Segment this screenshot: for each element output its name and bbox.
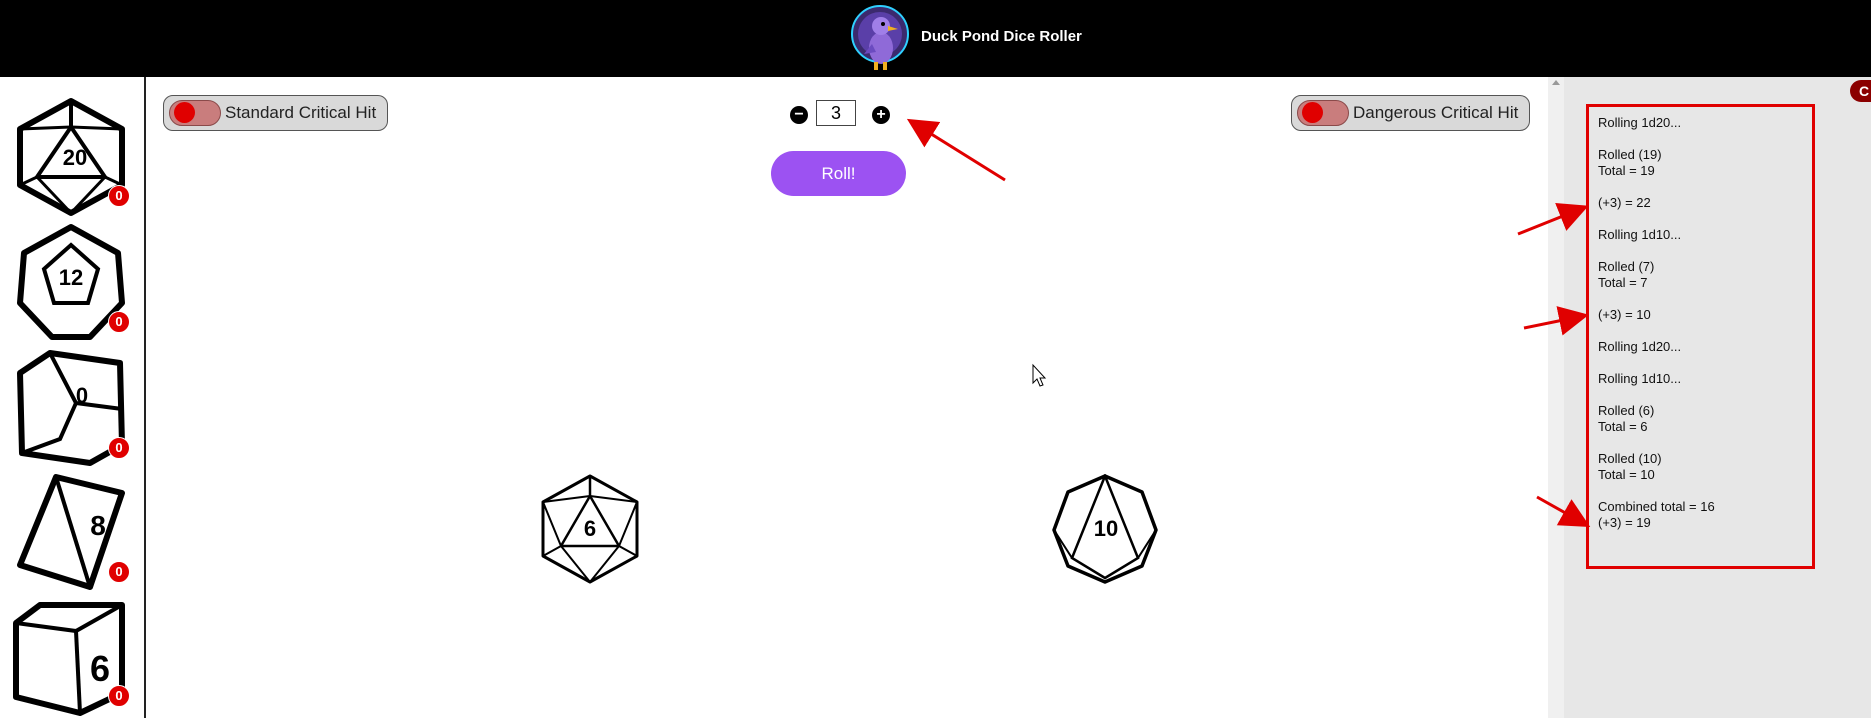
mouse-cursor-icon	[1032, 363, 1047, 387]
sidebar-die-d10[interactable]: 0 0	[10, 349, 132, 469]
log-entry: Rolled (19) Total = 19	[1598, 147, 1662, 178]
annotation-arrow	[906, 118, 1006, 182]
sidebar-die-d20[interactable]: 20 0	[10, 97, 132, 217]
die-count-badge: 0	[108, 437, 130, 459]
svg-text:0: 0	[76, 383, 88, 408]
app-title: Duck Pond Dice Roller	[921, 28, 1082, 45]
dice-sidebar: 20 0 12 0 0 0 8 0 6 0	[0, 77, 146, 718]
log-entry: Rolled (6) Total = 6	[1598, 403, 1655, 434]
toggle-switch[interactable]	[169, 100, 221, 126]
svg-text:20: 20	[63, 145, 87, 170]
d10-icon: 10	[1052, 472, 1158, 584]
log-entry: Rolled (10) Total = 10	[1598, 451, 1662, 482]
corner-badge[interactable]: C	[1850, 80, 1871, 102]
standard-critical-hit-toggle[interactable]: Standard Critical Hit	[163, 95, 388, 131]
sidebar-die-d6[interactable]: 6 0	[10, 597, 132, 717]
modifier-input[interactable]	[816, 100, 856, 126]
toggle-knob	[1302, 102, 1323, 123]
log-scrollbar[interactable]	[1548, 77, 1564, 718]
increment-modifier-button[interactable]: +	[872, 106, 890, 124]
svg-text:6: 6	[90, 648, 110, 689]
d20-icon: 6	[541, 474, 639, 584]
dangerous-critical-hit-label: Dangerous Critical Hit	[1353, 103, 1519, 122]
decrement-modifier-button[interactable]: −	[790, 106, 808, 124]
log-entry: Rolling 1d10...	[1598, 371, 1682, 386]
rolled-die-d10: 10	[1050, 472, 1160, 589]
log-entry: Rolling 1d20...	[1598, 339, 1682, 354]
dangerous-critical-hit-toggle[interactable]: Dangerous Critical Hit	[1291, 95, 1530, 131]
log-entry: (+3) = 22	[1598, 195, 1651, 210]
log-entry: Rolled (7) Total = 7	[1598, 259, 1655, 290]
die-count-badge: 0	[108, 685, 130, 707]
top-bar: Duck Pond Dice Roller	[0, 0, 1871, 77]
log-entry: Combined total = 16 (+3) = 19	[1598, 499, 1715, 530]
duck-logo-icon	[851, 5, 909, 70]
rolled-die-value: 10	[1094, 516, 1118, 541]
sidebar-die-d12[interactable]: 12 0	[10, 223, 132, 343]
roll-button[interactable]: Roll!	[771, 151, 906, 196]
svg-text:8: 8	[90, 510, 106, 541]
toggle-switch[interactable]	[1297, 100, 1349, 126]
log-entry: Rolling 1d20...	[1598, 115, 1682, 130]
log-entry: Rolling 1d10...	[1598, 227, 1682, 242]
rolled-die-d20: 6	[535, 474, 645, 589]
die-count-badge: 0	[108, 185, 130, 207]
svg-text:12: 12	[59, 265, 83, 290]
die-count-badge: 0	[108, 561, 130, 583]
sidebar-die-d8[interactable]: 8 0	[10, 473, 132, 593]
die-count-badge: 0	[108, 311, 130, 333]
scroll-up-arrow-icon[interactable]	[1552, 80, 1560, 85]
rolled-die-value: 6	[584, 516, 596, 541]
toggle-knob	[174, 102, 195, 123]
roll-log: Rolling 1d20... Rolled (19) Total = 19 (…	[1586, 104, 1815, 569]
log-entry: (+3) = 10	[1598, 307, 1651, 322]
standard-critical-hit-label: Standard Critical Hit	[225, 103, 377, 122]
